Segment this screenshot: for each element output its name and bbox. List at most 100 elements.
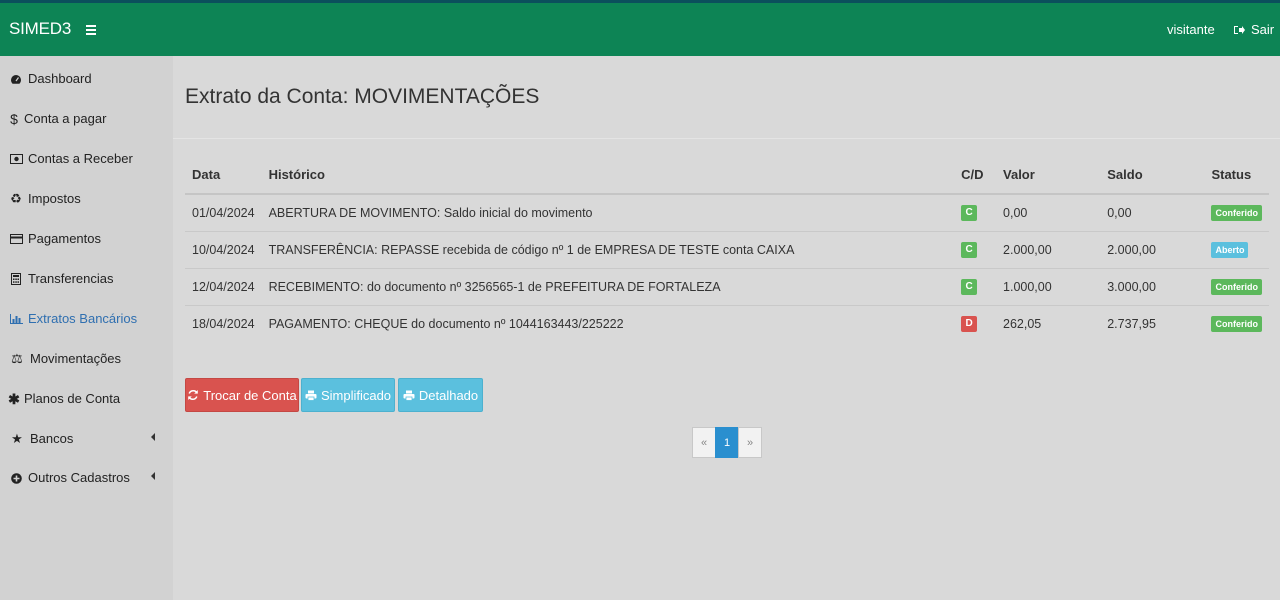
- sidebar-item-label: Pagamentos: [28, 231, 101, 246]
- table-row[interactable]: 18/04/2024 PAGAMENTO: CHEQUE do document…: [185, 305, 1269, 342]
- money-icon: [9, 152, 23, 166]
- sidebar-item-bancos[interactable]: ★ Bancos: [0, 419, 173, 459]
- sidebar-item-label: Contas a Receber: [28, 151, 133, 166]
- cell-balance: 2.000,00: [1100, 231, 1205, 269]
- column-header-value[interactable]: Valor: [996, 156, 1101, 195]
- sign-out-icon: [1234, 26, 1245, 34]
- pagination-prev[interactable]: «: [692, 427, 716, 458]
- chevron-left-icon: [151, 433, 155, 441]
- sidebar-item-label: Extratos Bancários: [28, 311, 138, 326]
- pagination-page-1[interactable]: 1: [715, 427, 739, 458]
- cell-date: 18/04/2024: [192, 316, 255, 331]
- cell-status: Conferido: [1204, 268, 1269, 306]
- change-account-label: Trocar de Conta: [203, 387, 297, 403]
- sidebar-item-extratos-bancarios[interactable]: Extratos Bancários: [0, 299, 173, 339]
- dollar-icon: $: [10, 111, 18, 127]
- cell-history: PAGAMENTO: CHEQUE do documento nº 104416…: [268, 316, 624, 331]
- statement-table: Data Histórico C/D Valor Saldo Status 01…: [185, 156, 1269, 342]
- chevron-left-icon: [151, 472, 155, 480]
- table-row[interactable]: 01/04/2024 ABERTURA DE MOVIMENTO: Saldo …: [185, 194, 1269, 232]
- bar-chart-icon: [9, 312, 23, 326]
- status-badge: Conferido: [1211, 315, 1262, 332]
- cell-status: Aberto: [1204, 231, 1269, 269]
- asterisk-icon: ✱: [8, 391, 20, 407]
- credit-badge: C: [961, 279, 978, 295]
- table-row[interactable]: 10/04/2024 TRANSFERÊNCIA: REPASSE recebi…: [185, 231, 1269, 269]
- credit-badge: C: [961, 242, 978, 258]
- detailed-label: Detalhado: [418, 387, 479, 403]
- pagination-next[interactable]: »: [738, 427, 762, 458]
- simplified-print-button[interactable]: Simplificado: [301, 378, 395, 412]
- cell-cd: C: [954, 231, 997, 269]
- main-content: Extrato da Conta: MOVIMENTAÇÕES Data His…: [173, 56, 1280, 600]
- cell-history: RECEBIMENTO: do documento nº 3256565-1 d…: [261, 268, 955, 306]
- cell-status: Conferido: [1204, 305, 1269, 342]
- credit-badge: C: [961, 205, 978, 222]
- tachometer-icon: [9, 72, 23, 86]
- plus-circle-icon: [9, 471, 23, 485]
- sidebar-item-transferencias[interactable]: Transferencias: [0, 259, 173, 299]
- cell-value: 0,00: [996, 194, 1101, 232]
- cell-value: 1.000,00: [996, 268, 1101, 306]
- cell-date: 01/04/2024: [185, 194, 262, 232]
- cell-cd: D: [954, 305, 996, 342]
- cell-balance: 0,00: [1100, 194, 1205, 232]
- column-header-cd[interactable]: C/D: [954, 156, 997, 195]
- print-icon: [403, 390, 415, 401]
- title-divider: [173, 138, 1280, 139]
- sidebar-item-label: Impostos: [28, 191, 81, 206]
- debit-badge: D: [961, 316, 978, 333]
- top-navbar: SIMED3 visitante Sair: [0, 3, 1280, 56]
- sidebar-item-label: Conta a pagar: [24, 111, 107, 126]
- brand-logo[interactable]: SIMED3: [9, 19, 71, 39]
- sidebar-item-label: Transferencias: [28, 271, 114, 286]
- sidebar-item-dashboard[interactable]: Dashboard: [0, 59, 173, 99]
- change-account-button[interactable]: Trocar de Conta: [185, 378, 299, 412]
- sidebar-item-label: Movimentações: [30, 351, 122, 366]
- username-link[interactable]: visitante: [1167, 22, 1215, 38]
- recycle-icon: ♻: [10, 191, 22, 206]
- cell-balance: 2.737,95: [1107, 316, 1156, 331]
- table-row[interactable]: 12/04/2024 RECEBIMENTO: do documento nº …: [185, 268, 1269, 306]
- cell-balance: 3.000,00: [1100, 268, 1205, 306]
- sidebar-item-outros-cadastros[interactable]: Outros Cadastros: [0, 458, 173, 498]
- balance-scale-icon: ⚖: [11, 351, 23, 366]
- cell-history: TRANSFERÊNCIA: REPASSE recebida de códig…: [261, 231, 955, 269]
- print-icon: [305, 390, 317, 401]
- cell-history: ABERTURA DE MOVIMENTO: Saldo inicial do …: [261, 194, 955, 232]
- menu-toggle-icon[interactable]: [86, 21, 98, 35]
- sidebar-item-planos-de-conta[interactable]: ✱ Planos de Conta: [0, 379, 173, 419]
- sidebar-item-impostos[interactable]: ♻ Impostos: [0, 179, 173, 219]
- sidebar: Dashboard $ Conta a pagar Contas a Receb…: [0, 56, 173, 600]
- detailed-print-button[interactable]: Detalhado: [398, 378, 483, 412]
- status-badge: Conferido: [1211, 204, 1262, 221]
- cell-date: 12/04/2024: [185, 268, 262, 306]
- cell-date: 10/04/2024: [185, 231, 262, 269]
- cell-cd: C: [954, 194, 997, 232]
- table-header-row: Data Histórico C/D Valor Saldo Status: [185, 156, 1269, 195]
- cell-value: 262,05: [1003, 316, 1042, 331]
- credit-card-icon: [9, 232, 23, 246]
- sidebar-item-contas-a-receber[interactable]: Contas a Receber: [0, 139, 173, 179]
- page-title: Extrato da Conta: MOVIMENTAÇÕES: [185, 85, 540, 108]
- sidebar-item-pagamentos[interactable]: Pagamentos: [0, 219, 173, 259]
- cell-cd: C: [954, 268, 997, 306]
- pagination: « 1 »: [692, 427, 762, 458]
- sidebar-item-label: Dashboard: [28, 71, 92, 86]
- column-header-status[interactable]: Status: [1204, 156, 1269, 195]
- sidebar-item-label: Bancos: [30, 431, 74, 446]
- sidebar-item-conta-a-pagar[interactable]: $ Conta a pagar: [0, 99, 173, 139]
- sidebar-item-label: Outros Cadastros: [28, 470, 130, 485]
- status-badge: Conferido: [1211, 278, 1262, 295]
- cell-value: 2.000,00: [996, 231, 1101, 269]
- column-header-history[interactable]: Histórico: [261, 156, 955, 195]
- column-header-balance[interactable]: Saldo: [1100, 156, 1205, 195]
- status-badge: Aberto: [1211, 241, 1249, 258]
- star-icon: ★: [11, 431, 23, 446]
- logout-button[interactable]: Sair: [1234, 22, 1274, 38]
- simplified-label: Simplificado: [320, 387, 392, 403]
- calculator-icon: [9, 272, 23, 286]
- sidebar-item-movimentacoes[interactable]: ⚖ Movimentações: [0, 339, 173, 379]
- cell-status: Conferido: [1204, 194, 1269, 232]
- column-header-date[interactable]: Data: [185, 156, 262, 195]
